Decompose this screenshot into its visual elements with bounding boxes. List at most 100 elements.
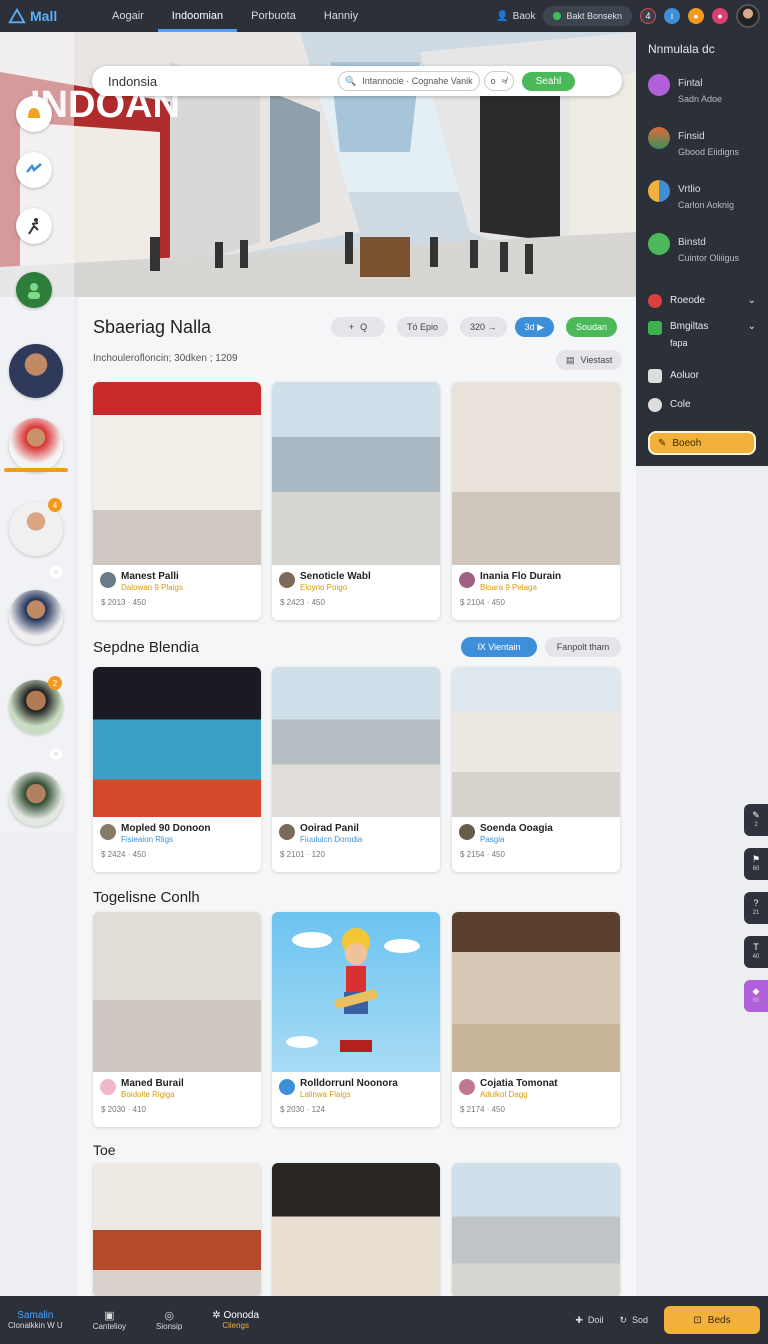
panel-row-roeode[interactable]: Roeode ⌄ (648, 286, 756, 315)
product-card[interactable]: Inania Flo Durain Bloara 9 Pelaga $ 2104… (452, 382, 620, 620)
product-card[interactable]: Soenda Ooagia Pasgia $ 2154 · 450 (452, 667, 620, 872)
panel-item-3[interactable]: Vrtlio Carlon Aoknig (648, 180, 756, 233)
bottom-item-sionsip-sub: Sionsip (156, 1322, 183, 1331)
edit-icon: ✎ (752, 810, 760, 820)
panel-row-cole[interactable]: Cole (648, 390, 756, 419)
card-title: Mopled 90 Donoon (121, 823, 211, 834)
product-card[interactable]: Manest Palli Dalowan 9 Plaigs $ 2013 · 4… (93, 382, 261, 620)
bottom-item-oonoda-label: ✲ Oonoda (212, 1310, 260, 1321)
tab-porbuota[interactable]: Porbuota (237, 0, 310, 32)
person-run-icon[interactable] (16, 208, 52, 244)
notification-icon[interactable]: 4 (640, 8, 656, 24)
app-logo[interactable]: Mall (8, 7, 98, 25)
shoppers-image (93, 912, 261, 1072)
vientain-button[interactable]: Ⅸ Vientain (461, 637, 537, 657)
search-filter[interactable]: 🔍 Intannocie · Cognahe Vanik (338, 71, 480, 91)
section-title-4: Toe (93, 1142, 116, 1158)
bottom-link-sod[interactable]: ↻ Sod (619, 1315, 648, 1326)
bell-icon[interactable] (16, 96, 52, 132)
user-link[interactable]: 👤 Baok (496, 11, 535, 22)
product-card[interactable]: Ooirad Panil Fiuuluicn Dorodia $ 2101 · … (272, 667, 440, 872)
card-title: Inania Flo Durain (480, 571, 562, 582)
search-icon: 🔍 (345, 75, 357, 86)
profile-icon[interactable] (16, 272, 52, 308)
puzzle-icon: ✚ (575, 1314, 583, 1325)
atrium-image (452, 1163, 620, 1297)
card-meta: $ 2030 · 410 (101, 1105, 146, 1114)
product-card[interactable]: Maned Burail Boidoite Rigiga $ 2030 · 41… (93, 912, 261, 1127)
panel-cta-button[interactable]: ✎ Boeoh (648, 431, 756, 455)
filter-button[interactable]: Tó Epio (397, 317, 449, 337)
add-zoom-group[interactable]: + Q (331, 317, 385, 337)
tab-hanniy[interactable]: Hanniy (310, 0, 372, 32)
right-panel: Nnmulala dc Fintal Sadn Adoe Finsid Gbood … (636, 32, 768, 466)
fab-text[interactable]: T 40 (744, 936, 768, 968)
gift-icon (648, 321, 662, 335)
contact-sub-5: ○ (50, 748, 62, 760)
fab-help[interactable]: ? 21 (744, 892, 768, 924)
tab-indoomian[interactable]: Indoomian (157, 0, 238, 32)
search-input[interactable]: Indonsia (108, 74, 338, 89)
product-card[interactable]: Mopled 90 Donoon Fisieaion Rligs $ 2424 … (93, 667, 261, 872)
result-count[interactable]: o ≉ (483, 71, 514, 91)
landscape-icon (648, 127, 670, 149)
card-subtitle: Dalowan 9 Plaigs (121, 583, 183, 592)
panel-item-1[interactable]: Fintal Sadn Adoe (648, 74, 756, 127)
refresh-icon: ↻ (619, 1314, 627, 1325)
search-button[interactable]: Seahl (521, 71, 576, 91)
fab-flag[interactable]: ⚑ 60 (744, 848, 768, 880)
panel-item-2[interactable]: Finsid Gbood Eiidigns (648, 127, 756, 180)
product-card[interactable]: Senoticle Wabl Eloyno Poigo $ 2423 · 450 (272, 382, 440, 620)
sort-button[interactable]: Soudan (566, 317, 618, 337)
info-icon[interactable]: i (664, 8, 680, 24)
grid-icon: ▤ (566, 354, 575, 365)
chat-icon[interactable] (16, 152, 52, 188)
tag-icon: ⊡ (693, 1314, 702, 1326)
notification-count: 4 (645, 11, 651, 21)
bottom-item-cantelioy[interactable]: ▣ Cantelioy (93, 1309, 126, 1331)
panel-item-4-sub: Cuintor Oliiigus (678, 253, 740, 263)
bottom-link-doil[interactable]: ✚ Doil (575, 1315, 603, 1326)
play-button[interactable]: 3d ▶ (514, 317, 554, 337)
heart-icon[interactable]: ● (712, 8, 728, 24)
tab-aogair[interactable]: Aogair (98, 0, 158, 32)
product-card[interactable] (93, 1163, 261, 1297)
user-avatar[interactable] (736, 4, 760, 28)
product-card[interactable] (452, 1163, 620, 1297)
mountain-icon (8, 7, 26, 24)
product-card[interactable]: Cojatia Tomonat Adulkol Dagg $ 2174 · 45… (452, 912, 620, 1127)
card-meta: $ 2101 · 120 (280, 850, 325, 859)
status-pill[interactable]: Bakt Bonsekn (543, 6, 632, 26)
contact-avatar-6[interactable] (9, 772, 63, 826)
range-button[interactable]: 320 → (460, 317, 507, 337)
bottom-right: ✚ Doil ↻ Sod ⊡ Beds (575, 1306, 760, 1334)
result-count-right: ≉ (501, 76, 507, 86)
store-image (272, 382, 440, 565)
product-card[interactable]: Rolldorrunl Noonora Lalinwa Flaigs $ 203… (272, 912, 440, 1127)
panel-row-bmgiltas[interactable]: Bmgiltas fapa ⌄ (648, 315, 756, 361)
section-1-subline: Inchoulerofloncin; 30dken ; 1209 (93, 353, 238, 364)
fab-premium[interactable]: ◆ 60 (744, 980, 768, 1012)
contact-avatar-4[interactable] (9, 590, 63, 644)
avatar (279, 1079, 295, 1095)
contact-avatar-2[interactable] (9, 418, 63, 472)
panel-row-aoluor[interactable]: Aoluor (648, 361, 756, 390)
beds-button[interactable]: ⊡ Beds (664, 1306, 760, 1334)
runner-icon (648, 233, 670, 255)
product-card[interactable] (272, 1163, 440, 1297)
panel-item-4[interactable]: Binstd Cuintor Oliiigus (648, 233, 756, 286)
bottom-item-oonoda[interactable]: ✲ Oonoda Cilengs (212, 1310, 259, 1330)
avatar (459, 1079, 475, 1095)
card-meta: $ 2104 · 450 (460, 598, 505, 607)
panel-row-bmgiltas-label: Bmgiltas (670, 321, 709, 332)
bottom-item-sionsip[interactable]: ◎ Sionsip (156, 1309, 182, 1331)
chevron-down-icon: ⌄ (747, 295, 756, 306)
pencil-icon: ✎ (658, 437, 667, 449)
contact-sub-3: ○ (50, 566, 62, 578)
view-button[interactable]: ▤ Viestast (556, 350, 623, 370)
fab-edit[interactable]: ✎ 2 (744, 804, 768, 836)
fanpolt-button[interactable]: Fanpolt tham (545, 637, 621, 657)
bottom-item-samalin[interactable]: Samalin Clonalkkin W U (8, 1310, 63, 1330)
contact-avatar-1[interactable] (9, 344, 63, 398)
coin-icon[interactable]: ● (688, 8, 704, 24)
